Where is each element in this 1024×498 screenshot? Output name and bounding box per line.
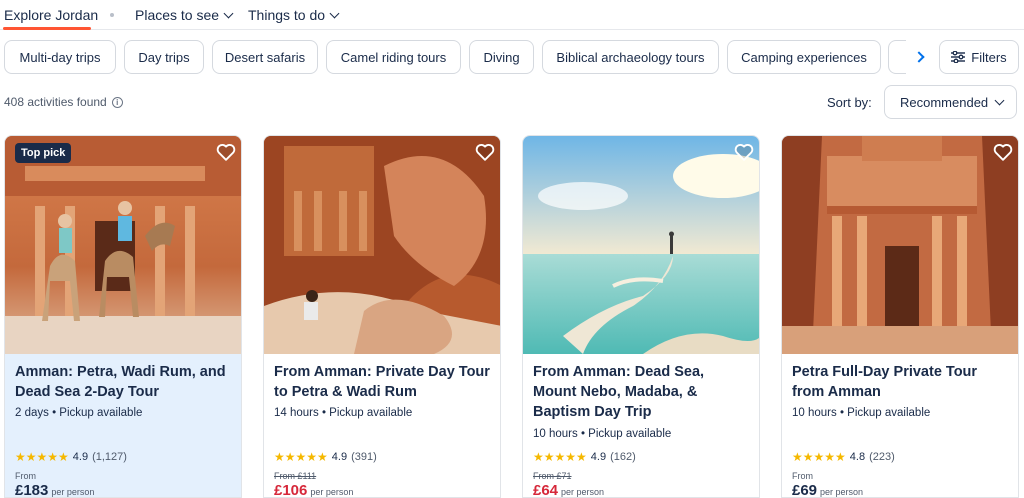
activity-meta: 10 hours • Pickup available: [792, 407, 931, 419]
chip-desert-safaris[interactable]: Desert safaris: [212, 40, 318, 74]
nav-places-label: Places to see: [135, 7, 220, 23]
filters-label: Filters: [971, 49, 1007, 65]
active-tab-underline: [3, 27, 91, 30]
chip-label: Day trips: [138, 49, 190, 65]
info-icon[interactable]: i: [111, 96, 123, 108]
review-count: (391): [351, 451, 377, 463]
filters-button[interactable]: Filters: [939, 40, 1019, 74]
original-price: From £71: [533, 471, 572, 481]
activity-meta: 10 hours • Pickup available: [533, 428, 672, 440]
activity-image: Top pick: [5, 136, 241, 354]
chip-label: Biblical archaeology tours: [556, 49, 705, 65]
activity-card[interactable]: Top pick Amman: Petra, Wadi Rum, and Dea…: [4, 135, 242, 498]
activity-card[interactable]: From Amman: Private Day Tour to Petra & …: [263, 135, 501, 498]
price-value: £64: [533, 482, 559, 498]
chevron-down-icon: [223, 8, 234, 18]
chip-camel-riding-tours[interactable]: Camel riding tours: [326, 40, 461, 74]
activity-rating: ★★★★★ 4.8 (223): [792, 450, 895, 464]
sort-by-label: Sort by:: [827, 95, 872, 110]
star-icon: ★★★★★: [274, 450, 328, 464]
per-person-label: per person: [820, 487, 864, 497]
per-person-label: per person: [51, 487, 95, 497]
activity-price: £69 per person: [792, 482, 864, 498]
per-person-label: per person: [561, 487, 605, 497]
star-icon: ★★★★★: [533, 450, 587, 464]
sort-select[interactable]: Recommended: [884, 85, 1017, 119]
chip-day-trips[interactable]: Day trips: [124, 40, 204, 74]
nav-separator-dot: [110, 13, 114, 17]
activity-price: £106 per person: [274, 482, 354, 498]
chevron-down-icon: [329, 8, 340, 18]
price-from-label: From: [792, 471, 813, 481]
nav-explore-jordan[interactable]: Explore Jordan: [4, 7, 98, 23]
chip-label: Desert safaris: [224, 49, 306, 65]
price-value: £69: [792, 482, 818, 498]
rating-value: 4.8: [849, 451, 866, 463]
results-count-text: 408 activities found: [4, 95, 107, 109]
heart-icon[interactable]: [215, 141, 237, 163]
chevron-right-icon: [912, 51, 925, 63]
per-person-label: per person: [310, 487, 354, 497]
review-count: (162): [610, 451, 636, 463]
activity-title[interactable]: Amman: Petra, Wadi Rum, and Dead Sea 2-D…: [15, 362, 233, 402]
activity-image: [264, 136, 500, 354]
price-value: £183: [15, 482, 49, 498]
activity-title[interactable]: From Amman: Private Day Tour to Petra & …: [274, 362, 492, 402]
activity-price: £183 per person: [15, 482, 95, 498]
activity-rating: ★★★★★ 4.9 (1,127): [15, 450, 127, 464]
chip-label: Camel riding tours: [340, 49, 447, 65]
nav-things-to-do[interactable]: Things to do: [248, 7, 340, 23]
rating-value: 4.9: [72, 451, 89, 463]
activity-card[interactable]: Petra Full-Day Private Tour from Amman 1…: [781, 135, 1019, 498]
activity-title[interactable]: From Amman: Dead Sea, Mount Nebo, Madaba…: [533, 362, 751, 422]
chip-label: Multi-day trips: [19, 49, 101, 65]
top-pick-badge: Top pick: [15, 143, 72, 163]
rating-value: 4.9: [590, 451, 607, 463]
chip-partial-hidden: [888, 40, 908, 74]
chip-label: Diving: [483, 49, 520, 65]
nav-places-to-see[interactable]: Places to see: [135, 7, 234, 23]
review-count: (223): [869, 451, 895, 463]
star-icon: ★★★★★: [15, 450, 69, 464]
activity-meta: 2 days • Pickup available: [15, 407, 143, 419]
chip-biblical-archaeology-tours[interactable]: Biblical archaeology tours: [542, 40, 719, 74]
nav-things-label: Things to do: [248, 7, 326, 23]
activity-title[interactable]: Petra Full-Day Private Tour from Amman: [792, 362, 1010, 402]
nav-explore-label: Explore Jordan: [4, 7, 99, 23]
rating-value: 4.9: [331, 451, 348, 463]
activity-rating: ★★★★★ 4.9 (391): [274, 450, 377, 464]
review-count: (1,127): [92, 451, 127, 463]
chip-diving[interactable]: Diving: [469, 40, 534, 74]
chips-scroll-next-button[interactable]: [906, 40, 934, 74]
price-value: £106: [274, 482, 308, 498]
chip-camping-experiences[interactable]: Camping experiences: [727, 40, 881, 74]
top-navigation: Explore Jordan Places to see Things to d…: [0, 0, 1024, 30]
star-icon: ★★★★★: [792, 450, 846, 464]
sort-value: Recommended: [900, 94, 989, 110]
activity-meta: 14 hours • Pickup available: [274, 407, 413, 419]
heart-icon[interactable]: [474, 141, 496, 163]
activity-image: [782, 136, 1018, 354]
activity-rating: ★★★★★ 4.9 (162): [533, 450, 636, 464]
activity-card[interactable]: From Amman: Dead Sea, Mount Nebo, Madaba…: [522, 135, 760, 498]
activity-price: £64 per person: [533, 482, 605, 498]
filters-sliders-icon: [951, 51, 966, 63]
heart-icon[interactable]: [992, 141, 1014, 163]
activity-image: [523, 136, 759, 354]
results-count: 408 activities found i: [4, 95, 123, 109]
original-price: From £111: [274, 471, 317, 481]
chevron-down-icon: [994, 95, 1005, 105]
heart-icon[interactable]: [733, 141, 755, 163]
price-from-label: From: [15, 471, 36, 481]
chip-label: Camping experiences: [741, 49, 867, 65]
chip-multi-day-trips[interactable]: Multi-day trips: [4, 40, 116, 74]
